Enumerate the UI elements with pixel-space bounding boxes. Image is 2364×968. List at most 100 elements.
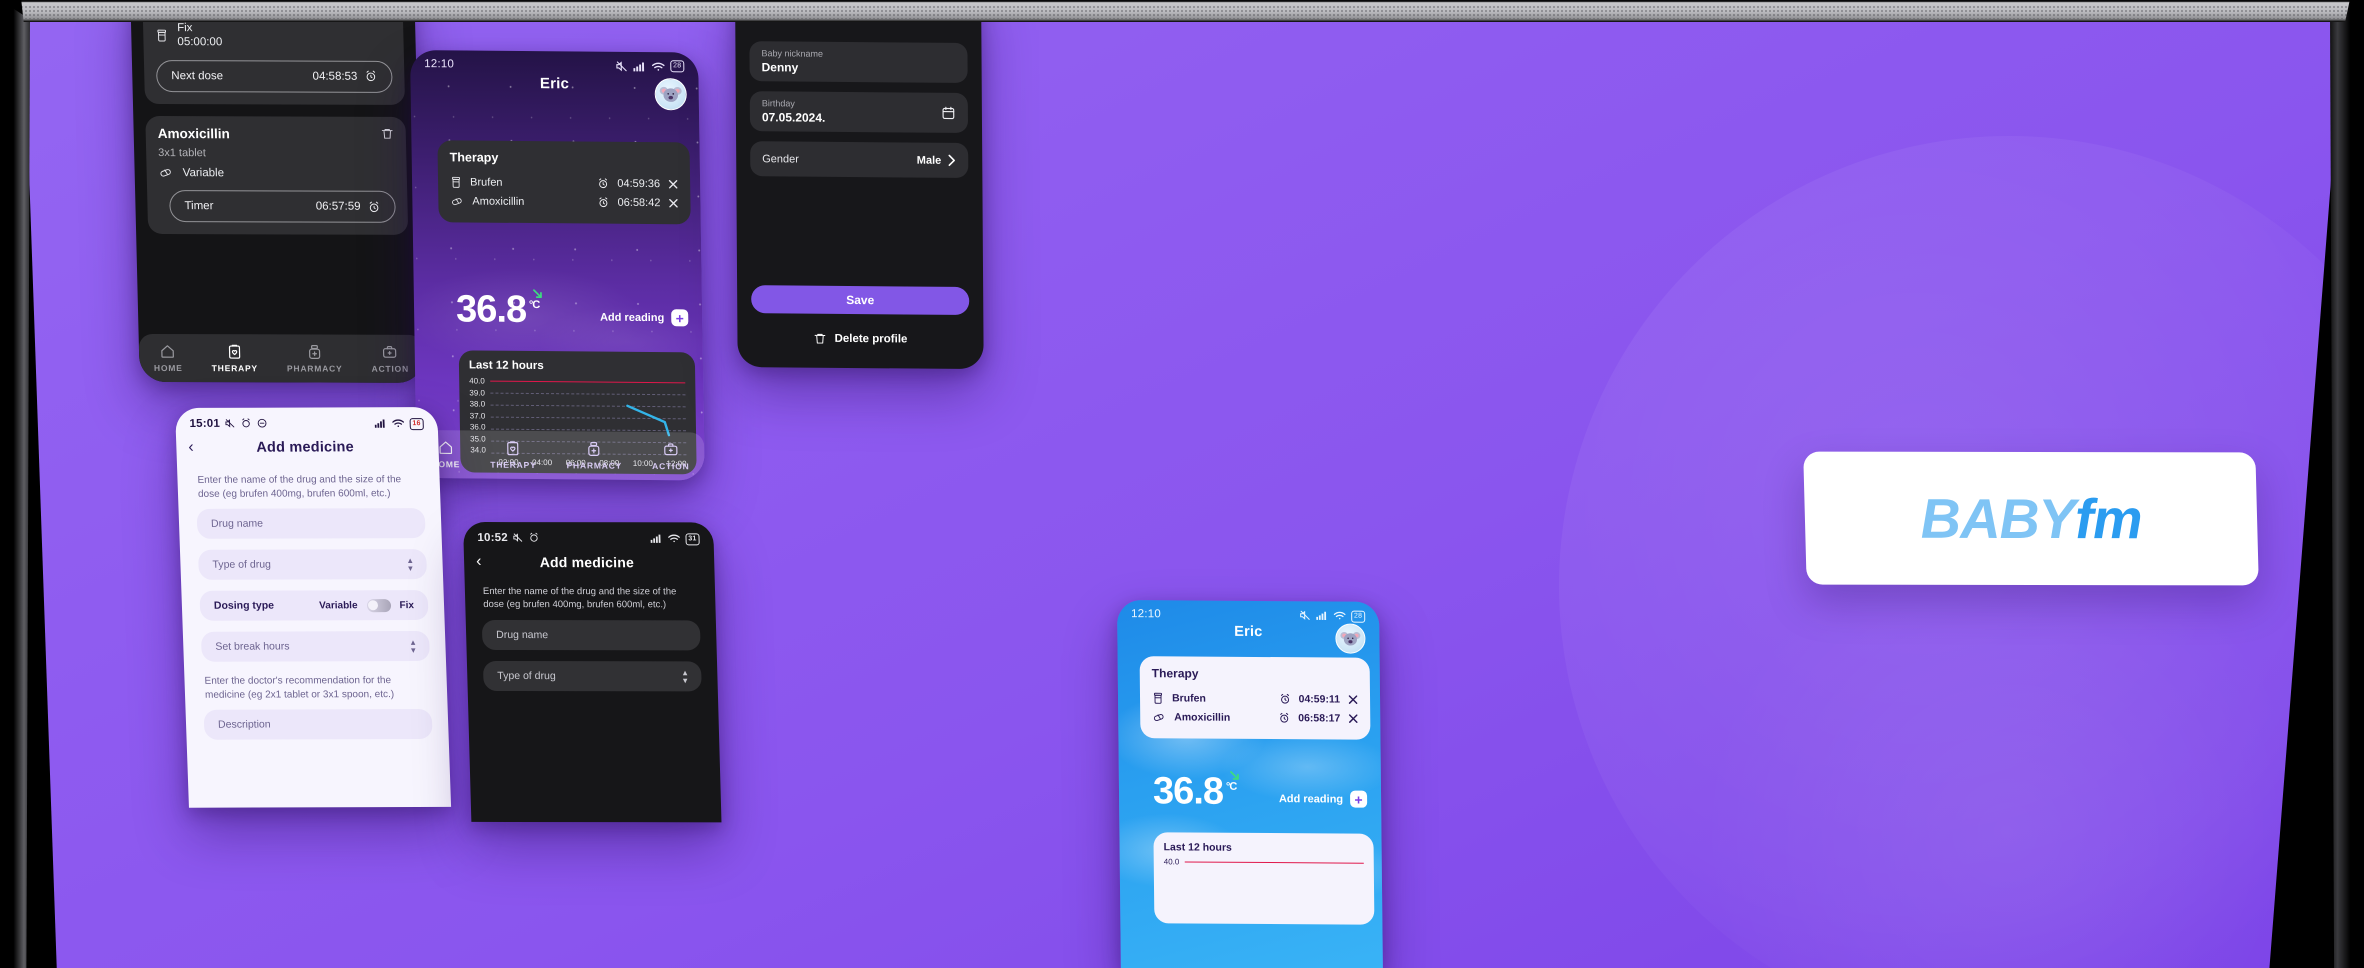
chart-title: Last 12 hours — [1163, 841, 1232, 854]
nav-item-therapy[interactable]: THERAPY — [490, 440, 537, 470]
therapy-heading: Therapy — [449, 150, 499, 165]
add-reading-label: Add reading — [1278, 792, 1344, 806]
medicine-name: Amoxicillin — [157, 125, 230, 142]
therapy-row[interactable]: Brufen 04:59:36 — [450, 172, 678, 194]
phone-home-purple: 12:10 28 Eric Therapy Brufen 04:59:36 Am… — [410, 50, 705, 481]
bottle-icon — [155, 28, 168, 43]
dosing-type-toggle[interactable] — [366, 598, 391, 612]
mute-icon — [615, 59, 628, 72]
dosing-fix-label: Fix — [399, 599, 415, 611]
y-tick: 40.0 — [469, 376, 485, 386]
save-button[interactable]: Save — [751, 285, 970, 316]
status-time: 12:10 — [424, 58, 455, 71]
capsule-icon — [1152, 711, 1166, 723]
capsule-icon — [159, 166, 174, 179]
therapy-row[interactable]: Amoxicillin 06:58:42 — [450, 192, 678, 212]
calendar-icon[interactable] — [941, 105, 956, 120]
close-icon[interactable] — [668, 198, 678, 208]
plus-icon[interactable]: + — [1350, 790, 1368, 808]
threshold-line — [1184, 861, 1364, 864]
logo-secondary-text: fm — [2074, 486, 2143, 550]
field-value: 07.05.2024. — [761, 110, 826, 125]
chart-plot-area — [1184, 857, 1364, 918]
close-icon[interactable] — [668, 179, 678, 189]
clipboard-heart-icon — [504, 440, 521, 457]
close-icon[interactable] — [1348, 695, 1358, 705]
signal-icon — [374, 418, 386, 428]
chevron-updown-icon: ▴ ▾ — [410, 636, 416, 656]
delete-profile-label: Delete profile — [834, 332, 908, 346]
backdrop-blob — [1696, 522, 2317, 968]
close-icon[interactable] — [1348, 714, 1358, 724]
mute-icon — [513, 532, 524, 543]
next-dose-button[interactable]: Next dose 04:58:53 — [155, 59, 393, 93]
timer-value: 06:57:59 — [315, 200, 361, 213]
app-bar: ‹ Add medicine — [464, 548, 715, 576]
battery-icon: 28 — [670, 60, 685, 73]
y-tick: 38.0 — [469, 399, 486, 409]
nav-item-therapy[interactable]: THERAPY — [211, 343, 258, 373]
home-icon — [159, 343, 176, 360]
medical-bag-icon — [381, 344, 398, 361]
field-value: Male — [916, 154, 942, 167]
nav-label: PHARMACY — [566, 460, 623, 471]
koala-avatar-icon — [659, 86, 682, 102]
nav-label: ACTION — [652, 461, 690, 472]
drug-name-input[interactable]: Drug name — [481, 619, 701, 650]
bottom-navigation: HOME THERAPY PHARMACY ACTION — [138, 333, 424, 383]
nav-label: THERAPY — [211, 363, 259, 374]
timer-button[interactable]: Timer 06:57:59 — [169, 190, 396, 223]
drug-name-input[interactable]: Drug name — [196, 508, 426, 539]
medicine-card[interactable]: Amoxicillin 3x1 tablet Variable Timer 06… — [145, 115, 409, 235]
nav-item-action[interactable]: ACTION — [652, 441, 690, 471]
nav-item-home[interactable]: HOME — [153, 343, 183, 373]
temperature-unit: °C — [1225, 781, 1237, 794]
therapy-row[interactable]: Amoxicillin 06:58:17 — [1152, 708, 1358, 727]
timer-label: Timer — [184, 200, 214, 213]
medicine-name: Brufen — [1171, 692, 1206, 705]
chart-plot: 40.0 — [1164, 857, 1365, 918]
delete-profile-button[interactable]: Delete profile — [737, 331, 983, 347]
temperature-value: 36.8 — [1152, 770, 1224, 813]
page-title: Add medicine — [539, 554, 635, 571]
bottle-icon — [450, 175, 462, 189]
trash-icon[interactable] — [381, 127, 394, 141]
koala-avatar[interactable] — [654, 78, 687, 111]
bezel-right — [2330, 0, 2364, 968]
add-reading-button[interactable]: Add reading + — [600, 309, 689, 331]
break-hours-select[interactable]: Set break hours ▴ ▾ — [200, 631, 430, 662]
alarm-icon — [529, 532, 540, 543]
capsule-icon — [450, 195, 464, 207]
baby-nickname-field[interactable]: Baby nickname Denny — [749, 41, 968, 84]
dosing-type-row[interactable]: Dosing type Variable Fix — [199, 590, 429, 621]
status-time: 15:01 — [189, 417, 221, 430]
bottom-navigation: HOME THERAPY PHARMACY ACTION — [415, 429, 705, 481]
nav-item-pharmacy[interactable]: PHARMACY — [286, 343, 343, 374]
therapy-card: Therapy Brufen 04:59:36 Amoxicillin 06:5… — [437, 140, 691, 225]
nav-item-pharmacy[interactable]: PHARMACY — [566, 440, 623, 471]
plus-icon[interactable]: + — [671, 309, 689, 327]
type-of-drug-placeholder: Type of drug — [212, 558, 272, 571]
type-of-drug-select[interactable]: Type of drug ▴ ▾ — [197, 549, 428, 580]
add-reading-button[interactable]: Add reading + — [1278, 790, 1368, 812]
koala-avatar[interactable] — [1335, 623, 1366, 654]
alarm-clock-icon — [364, 70, 377, 83]
dosing-type-label: Dosing type — [213, 599, 275, 612]
therapy-row[interactable]: Brufen 04:59:11 — [1152, 688, 1358, 709]
description-placeholder: Description — [217, 718, 271, 731]
temperature-block: 36.8 °C Add reading + — [456, 288, 689, 331]
bottle-icon — [1152, 691, 1164, 705]
toggle-knob — [367, 600, 379, 611]
form-hint-2: Enter the doctor's recommendation for th… — [204, 675, 395, 701]
medical-bag-icon — [662, 441, 679, 458]
medicine-timer: 04:59:11 — [1298, 693, 1341, 706]
status-bar: 12:10 28 — [1117, 600, 1379, 624]
nav-label: THERAPY — [490, 459, 537, 470]
description-input[interactable]: Description — [203, 708, 433, 740]
birthday-field[interactable]: Birthday 07.05.2024. — [749, 91, 969, 134]
temperature-block: 36.8 °C Add reading + — [1152, 770, 1368, 813]
type-of-drug-select[interactable]: Type of drug ▴ ▾ — [482, 660, 702, 691]
status-time: 10:52 — [477, 531, 509, 544]
nav-item-action[interactable]: ACTION — [371, 344, 409, 374]
gender-field[interactable]: Gender Male — [750, 141, 969, 179]
